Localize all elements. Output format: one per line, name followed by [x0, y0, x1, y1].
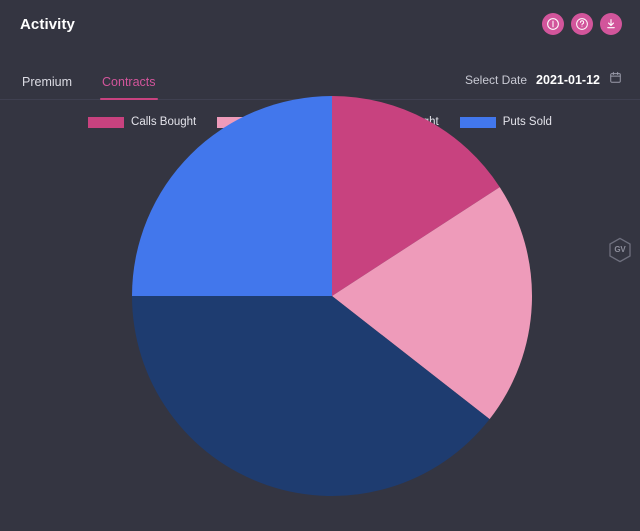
header-actions [542, 13, 622, 35]
select-date-label: Select Date [465, 73, 528, 87]
legend-swatch-calls-bought [88, 116, 125, 128]
download-button[interactable] [600, 13, 622, 35]
watermark-badge: GV [608, 237, 632, 263]
chart-area: Calls Bought Calls Sold Puts Bought Puts… [0, 96, 640, 530]
tabs-row: Premium Contracts Select Date 2021-01-12 [0, 48, 640, 100]
tab-contracts[interactable]: Contracts [100, 75, 158, 100]
legend-swatch-puts-sold [459, 116, 496, 128]
info-icon [546, 17, 560, 31]
pie-chart [132, 96, 532, 496]
help-icon [575, 17, 589, 31]
watermark-text: GV [614, 245, 626, 254]
tab-list: Premium Contracts [20, 48, 158, 100]
selected-date-value[interactable]: 2021-01-12 [536, 73, 600, 87]
legend-item-puts-sold[interactable]: Puts Sold [459, 116, 552, 128]
tab-premium[interactable]: Premium [20, 75, 74, 100]
pie-chart-wrapper [0, 96, 640, 530]
legend-item-calls-bought[interactable]: Calls Bought [88, 116, 196, 128]
page-title: Activity [20, 15, 75, 33]
info-button[interactable] [542, 13, 564, 35]
legend-label-puts-sold: Puts Sold [502, 116, 552, 128]
legend-label-calls-bought: Calls Bought [131, 116, 197, 128]
download-icon [604, 17, 618, 31]
calendar-icon[interactable] [609, 71, 622, 89]
date-picker[interactable]: Select Date 2021-01-12 [465, 71, 622, 99]
app-header: Activity [0, 0, 640, 48]
help-button[interactable] [571, 13, 593, 35]
